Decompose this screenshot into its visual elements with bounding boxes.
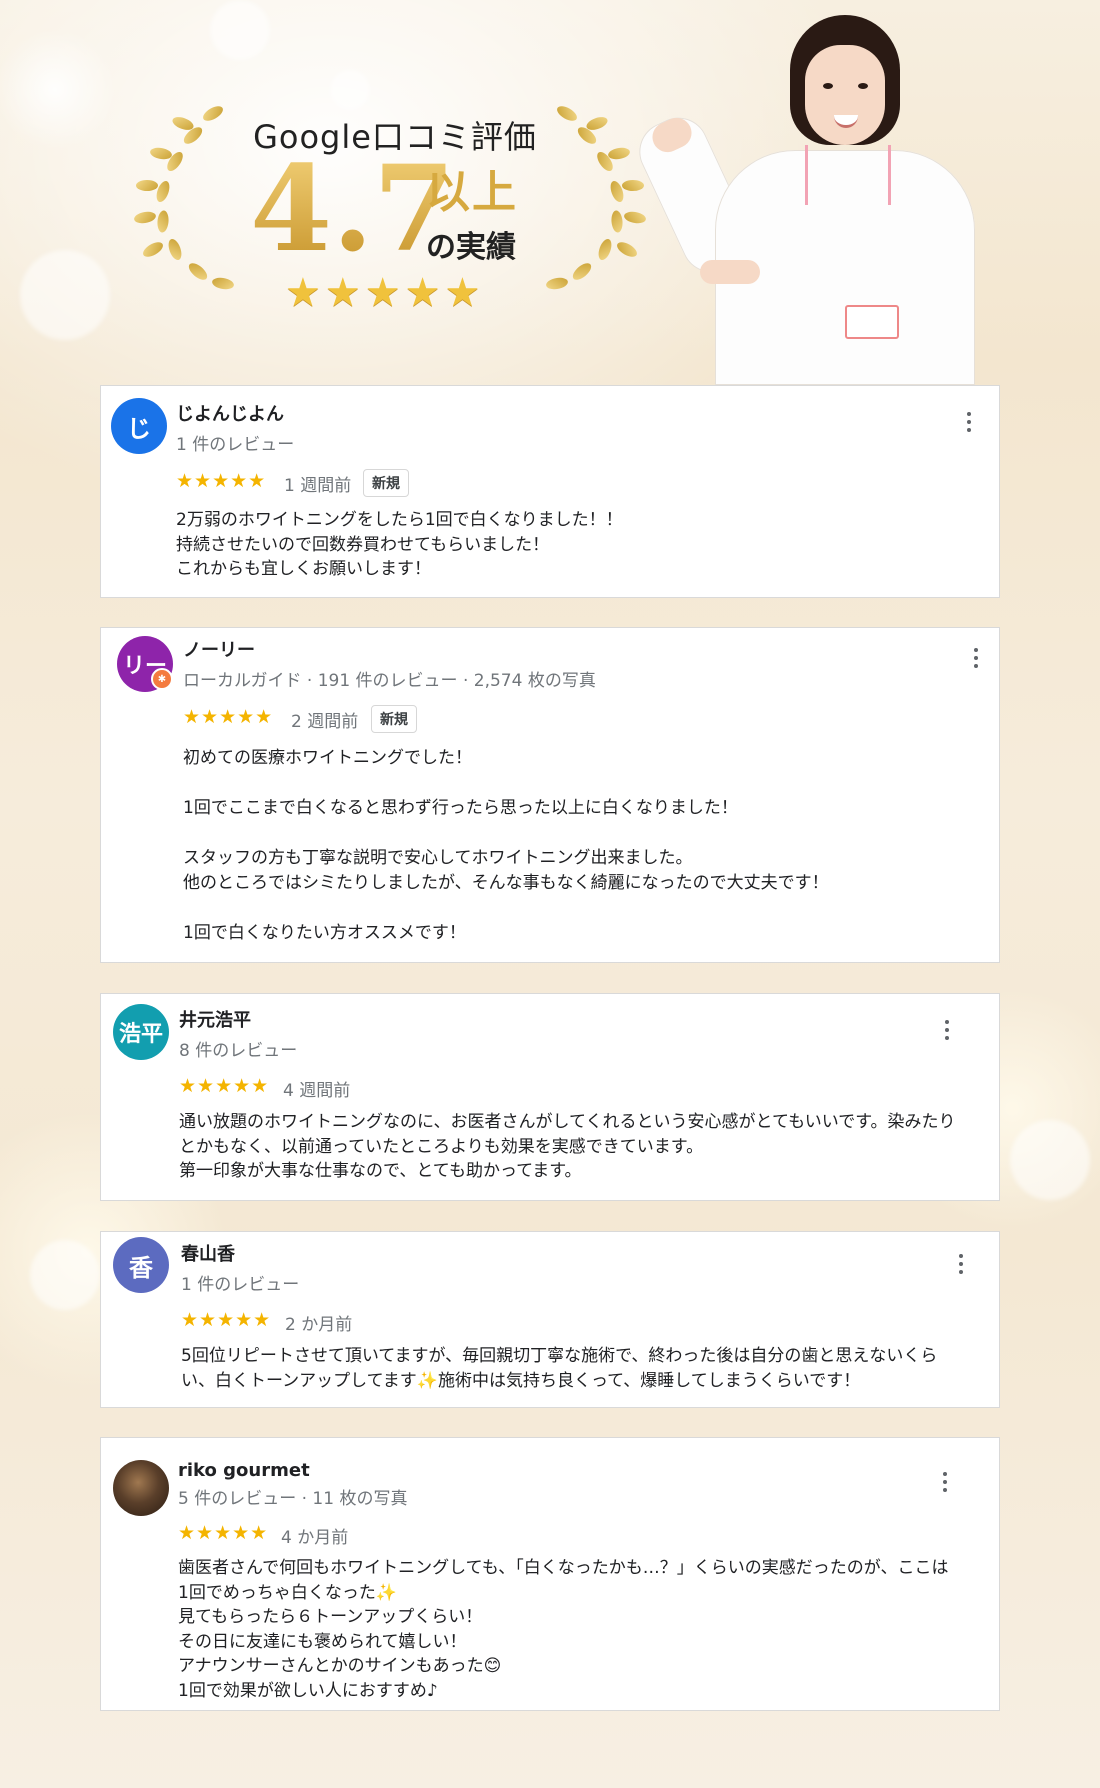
review-text: 5回位リピートさせて頂いてますが、毎回親切丁寧な施術で、終わった後は自分の歯と思… bbox=[181, 1346, 938, 1391]
reviewer-name[interactable]: ノーリー bbox=[183, 636, 255, 662]
review-date: 2 週間前 bbox=[291, 712, 359, 732]
rating-stars-icon: ★★★★★ bbox=[181, 1309, 272, 1331]
reviewer-meta: ローカルガイド · 191 件のレビュー · 2,574 枚の写真 bbox=[183, 671, 596, 691]
avatar[interactable]: 香 bbox=[113, 1237, 169, 1293]
local-guide-icon: ✱ bbox=[151, 668, 173, 690]
nurse-illustration bbox=[629, 15, 990, 385]
review-text: 初めての医療ホワイトニングでした！ 1回でここまで白くなると思わず行ったら思った… bbox=[183, 748, 829, 943]
review-text: 2万弱のホワイトニングをしたら1回で白くなりました！！ 持続させたいので回数券買… bbox=[176, 510, 623, 579]
review-card: 香 春山香 1 件のレビュー ★★★★★ 2 か月前 5回位リピートさせて頂いて… bbox=[100, 1231, 1000, 1408]
reviewer-meta: 5 件のレビュー · 11 枚の写真 bbox=[178, 1489, 408, 1509]
rating-stars-icon: ★★★★★ bbox=[178, 1522, 269, 1544]
rating-hero: Google口コミ評価 4.7 以上 の実績 ★★★★★ bbox=[0, 0, 1100, 385]
review-text: 歯医者さんで何回もホワイトニングしても、「白くなったかも…？」くらいの実感だった… bbox=[178, 1558, 949, 1701]
reviewer-name[interactable]: 井元浩平 bbox=[179, 1006, 251, 1032]
rating-stars-icon: ★★★★★ bbox=[183, 706, 274, 728]
reviewer-meta: 1 件のレビュー bbox=[181, 1275, 300, 1295]
review-text: 通い放題のホワイトニングなのに、お医者さんがしてくれるという安心感がとてもいいで… bbox=[179, 1112, 956, 1181]
rating-number: 4.7 bbox=[250, 139, 456, 278]
reviewer-name[interactable]: 春山香 bbox=[181, 1240, 235, 1266]
review-card: リー ✱ ノーリー ローカルガイド · 191 件のレビュー · 2,574 枚… bbox=[100, 627, 1000, 963]
review-date: 4 か月前 bbox=[281, 1528, 349, 1548]
reviewer-meta: 1 件のレビュー bbox=[176, 435, 295, 455]
laurel-left-icon bbox=[133, 103, 252, 291]
reviewer-name[interactable]: riko gourmet bbox=[178, 1460, 310, 1481]
bokeh-light bbox=[1010, 1120, 1090, 1200]
rating-stars-icon: ★★★★★ bbox=[285, 270, 485, 316]
avatar[interactable]: 浩平 bbox=[113, 1004, 169, 1060]
more-options-icon[interactable] bbox=[958, 1254, 964, 1278]
avatar[interactable] bbox=[113, 1460, 169, 1516]
new-badge: 新規 bbox=[363, 469, 409, 497]
reviewer-name[interactable]: じよんじよん bbox=[176, 400, 284, 426]
more-options-icon[interactable] bbox=[944, 1020, 950, 1044]
review-card: じ じよんじよん 1 件のレビュー ★★★★★ 1 週間前 新規 2万弱のホワイ… bbox=[100, 385, 1000, 598]
new-badge: 新規 bbox=[371, 705, 417, 733]
avatar[interactable]: じ bbox=[111, 398, 167, 454]
review-card: riko gourmet 5 件のレビュー · 11 枚の写真 ★★★★★ 4 … bbox=[100, 1437, 1000, 1711]
rating-stars-icon: ★★★★★ bbox=[179, 1075, 270, 1097]
rating-subtitle: の実績 bbox=[426, 230, 516, 265]
review-date: 4 週間前 bbox=[283, 1081, 351, 1101]
rating-suffix: 以上 bbox=[426, 167, 518, 218]
bokeh-light bbox=[30, 1240, 100, 1310]
reviewer-meta: 8 件のレビュー bbox=[179, 1041, 298, 1061]
more-options-icon[interactable] bbox=[973, 648, 979, 672]
more-options-icon[interactable] bbox=[942, 1472, 948, 1496]
review-card: 浩平 井元浩平 8 件のレビュー ★★★★★ 4 週間前 通い放題のホワイトニン… bbox=[100, 993, 1000, 1201]
review-date: 2 か月前 bbox=[285, 1315, 353, 1335]
review-date: 1 週間前 bbox=[284, 476, 352, 496]
more-options-icon[interactable] bbox=[966, 412, 972, 436]
rating-stars-icon: ★★★★★ bbox=[176, 470, 267, 492]
